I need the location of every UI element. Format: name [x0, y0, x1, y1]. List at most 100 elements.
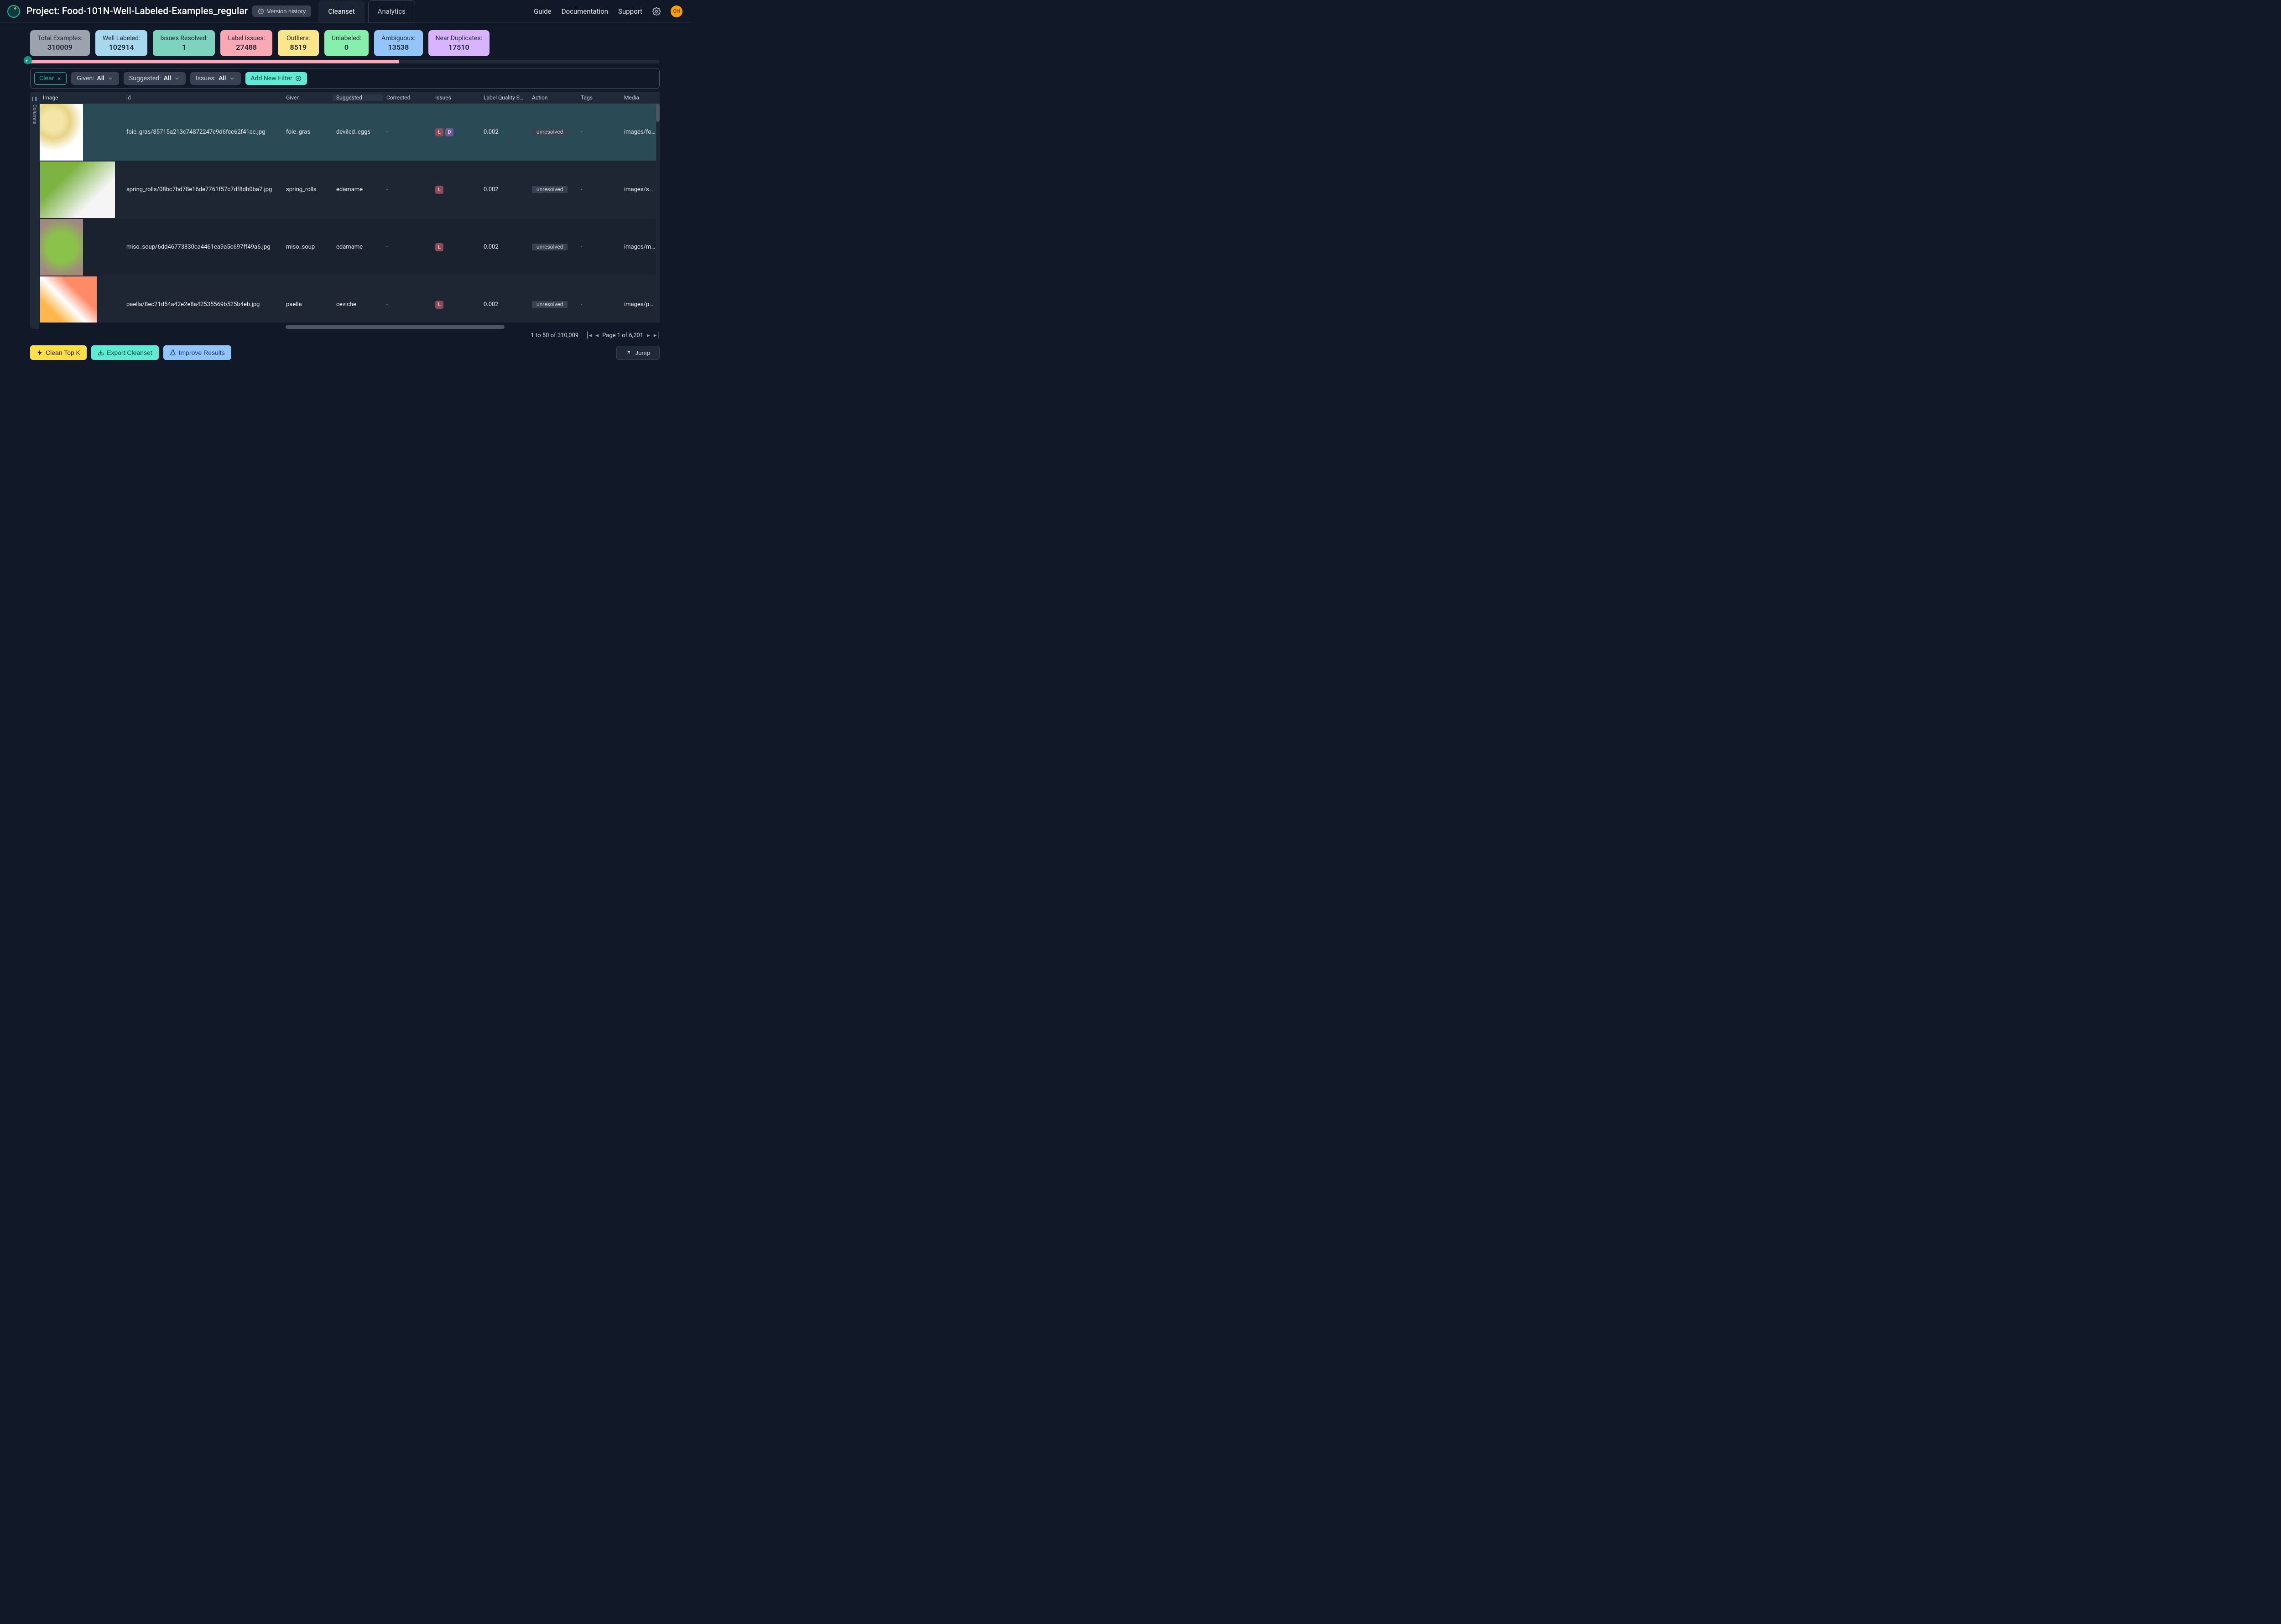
data-table: Columns Image id Given Suggested Correct… — [30, 92, 660, 329]
bolt-icon — [36, 349, 43, 356]
stat-label-issues[interactable]: Label Issues: 27488 — [220, 30, 272, 56]
stat-total-examples[interactable]: Total Examples: 310009 — [30, 30, 90, 56]
stat-value: 1 — [160, 43, 208, 52]
stat-outliers[interactable]: Outliers: 8519 — [278, 30, 319, 56]
cell-label-quality-score: 0.002 — [480, 244, 528, 250]
cell-corrected: - — [383, 244, 432, 250]
export-cleanset-button[interactable]: Export Cleanset — [91, 345, 159, 360]
cell-tags: - — [577, 244, 620, 250]
horizontal-scrollbar[interactable] — [286, 325, 514, 329]
action-badge[interactable]: unresolved — [532, 186, 568, 193]
link-guide[interactable]: Guide — [534, 7, 552, 16]
clear-filters-button[interactable]: Clear — [34, 72, 67, 85]
cell-id: paella/8ec21d54a42e2e8a42535569b525b4eb.… — [123, 301, 282, 308]
stats-row: Total Examples: 310009 Well Labeled: 102… — [0, 23, 690, 58]
progress-bar[interactable] — [24, 60, 660, 63]
add-new-filter-button[interactable]: Add New Filter — [245, 72, 307, 85]
action-badge[interactable]: unresolved — [532, 129, 568, 135]
clean-top-k-button[interactable]: Clean Top K — [30, 345, 87, 360]
chevron-down-icon — [107, 75, 114, 82]
cell-suggested: edamame — [333, 186, 383, 193]
col-given[interactable]: Given — [282, 94, 333, 101]
cell-given: paella — [282, 301, 333, 308]
cell-suggested: deviled_eggs — [333, 129, 383, 135]
action-badge[interactable]: unresolved — [532, 301, 568, 308]
columns-icon — [32, 96, 37, 102]
filter-suggested[interactable]: Suggested: All — [124, 72, 186, 85]
table-row[interactable]: miso_soup/6dd46773830ca4461ea9a5c697ff49… — [39, 219, 660, 276]
columns-toggle[interactable]: Columns — [30, 92, 39, 329]
tab-analytics[interactable]: Analytics — [368, 0, 415, 22]
pagination-last[interactable]: ▸⎮ — [654, 332, 660, 339]
app-logo[interactable] — [7, 5, 20, 18]
tab-cleanset[interactable]: Cleanset — [318, 0, 364, 22]
stat-value: 13538 — [381, 43, 416, 52]
scrollbar-thumb[interactable] — [656, 104, 660, 122]
progress-segment-issues — [30, 60, 399, 63]
cell-label-quality-score: 0.002 — [480, 186, 528, 193]
cell-corrected: - — [383, 186, 432, 193]
cell-action: unresolved — [528, 186, 577, 193]
arrow-up-right-icon — [626, 350, 631, 355]
stat-ambiguous[interactable]: Ambiguous: 13538 — [374, 30, 423, 56]
stat-label: Outliers: — [285, 35, 312, 42]
thumbnail[interactable] — [40, 219, 83, 276]
col-label-quality-score[interactable]: Label Quality S… — [480, 94, 528, 101]
filter-bar: Clear Given: All Suggested: All Issues: … — [30, 68, 660, 89]
filter-label: Suggested: — [129, 75, 161, 82]
link-documentation[interactable]: Documentation — [562, 7, 608, 16]
gear-icon[interactable] — [652, 7, 661, 16]
filter-given[interactable]: Given: All — [71, 72, 119, 85]
col-tags[interactable]: Tags — [577, 94, 620, 101]
stat-near-duplicates[interactable]: Near Duplicates: 17510 — [428, 30, 490, 56]
cell-image — [39, 276, 123, 323]
col-action[interactable]: Action — [528, 94, 577, 101]
table-row[interactable]: spring_rolls/08bc7bd78e16de7761f57c7df8d… — [39, 161, 660, 219]
stat-unlabeled[interactable]: Unlabeled: 0 — [324, 30, 369, 56]
project-title: Project: Food-101N-Well-Labeled-Examples… — [26, 6, 248, 17]
download-icon — [98, 349, 104, 356]
cell-suggested: edamame — [333, 244, 383, 250]
plus-circle-icon — [295, 75, 302, 82]
cell-given: spring_rolls — [282, 186, 333, 193]
stat-label: Near Duplicates: — [436, 35, 482, 42]
issue-badge-L: L — [435, 186, 443, 194]
pagination-prev[interactable]: ◂ — [596, 332, 599, 339]
progress-handle-icon[interactable]: 🧹 — [24, 56, 32, 64]
main-tabs: Cleanset Analytics — [318, 0, 415, 22]
pagination-page: Page 1 of 6,201 — [602, 332, 643, 339]
improve-results-button[interactable]: Improve Results — [163, 345, 231, 360]
thumbnail[interactable] — [40, 276, 97, 323]
avatar[interactable]: CH — [671, 5, 682, 17]
stat-well-labeled[interactable]: Well Labeled: 102914 — [95, 30, 147, 56]
stat-value: 17510 — [436, 43, 482, 52]
col-suggested[interactable]: Suggested — [333, 94, 383, 101]
stat-issues-resolved[interactable]: Issues Resolved: 1 — [153, 30, 215, 56]
col-image[interactable]: Image — [39, 94, 123, 101]
cell-action: unresolved — [528, 301, 577, 308]
col-issues[interactable]: Issues — [432, 94, 480, 101]
col-id[interactable]: id — [123, 94, 282, 101]
thumbnail[interactable] — [40, 104, 83, 161]
filter-issues[interactable]: Issues: All — [190, 72, 240, 85]
thumbnail[interactable] — [40, 161, 115, 218]
vertical-scrollbar[interactable] — [656, 104, 660, 323]
scrollbar-thumb[interactable] — [286, 325, 505, 329]
action-badge[interactable]: unresolved — [532, 244, 568, 250]
cell-action: unresolved — [528, 244, 577, 250]
close-icon — [57, 76, 62, 81]
table-row[interactable]: foie_gras/85715a213c74872247c9d6fce62f41… — [39, 104, 660, 161]
cell-label-quality-score: 0.002 — [480, 129, 528, 135]
version-history-button[interactable]: Version history — [252, 5, 311, 17]
cell-id: miso_soup/6dd46773830ca4461ea9a5c697ff49… — [123, 244, 282, 250]
col-media[interactable]: Media — [620, 94, 660, 101]
pagination-next[interactable]: ▸ — [647, 332, 650, 339]
link-support[interactable]: Support — [618, 7, 642, 16]
table-row[interactable]: paella/8ec21d54a42e2e8a42535569b525b4eb.… — [39, 276, 660, 323]
jump-button[interactable]: Jump — [616, 346, 660, 360]
cell-media: images/paella/ — [620, 301, 660, 308]
col-corrected[interactable]: Corrected — [383, 94, 432, 101]
stat-label: Label Issues: — [228, 35, 265, 42]
pagination-first[interactable]: ⎮◂ — [586, 332, 592, 339]
issue-badge-L: L — [435, 301, 443, 309]
